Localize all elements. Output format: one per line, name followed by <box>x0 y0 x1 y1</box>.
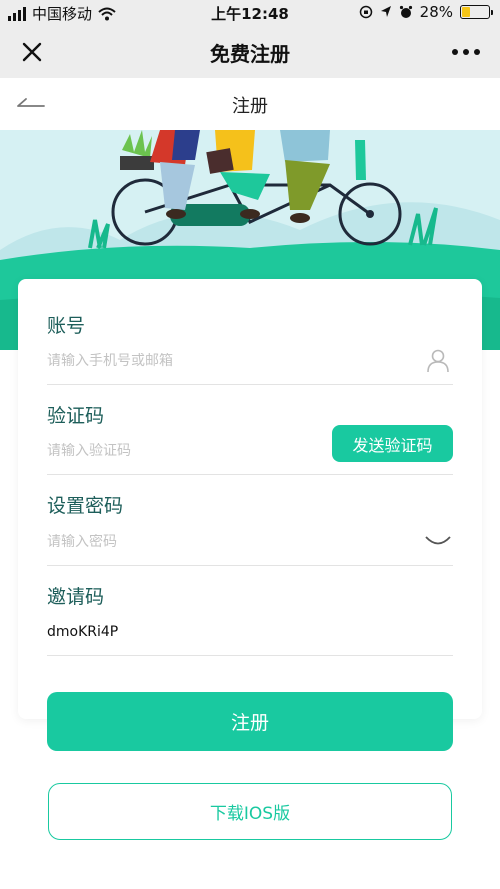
page-title: 注册 <box>232 96 268 117</box>
more-icon[interactable] <box>450 40 482 64</box>
page-header: 注册 <box>0 78 500 130</box>
orientation-lock-icon <box>359 5 372 19</box>
password-row <box>47 526 453 566</box>
code-field: 验证码 发送验证码 <box>47 401 453 475</box>
location-icon <box>380 6 391 17</box>
user-icon <box>427 349 449 373</box>
navbar-title: 免费注册 <box>210 42 290 66</box>
password-field: 设置密码 <box>47 491 453 566</box>
status-bar: 中国移动 上午12:48 28% <box>0 0 500 26</box>
battery-icon <box>460 5 493 19</box>
code-input[interactable] <box>47 443 317 459</box>
eye-closed-icon[interactable] <box>425 528 451 554</box>
code-row: 发送验证码 <box>47 425 453 475</box>
invite-field: 邀请码 <box>47 582 453 656</box>
invite-label: 邀请码 <box>47 586 105 608</box>
alarm-icon <box>399 5 412 18</box>
account-row <box>47 345 453 385</box>
invite-row <box>47 616 453 656</box>
download-ios-button[interactable]: 下载IOS版 <box>48 783 452 840</box>
password-input[interactable] <box>47 534 317 550</box>
code-label: 验证码 <box>47 405 105 427</box>
battery-percent: 28% <box>419 3 453 21</box>
invite-input[interactable] <box>47 624 317 640</box>
account-input[interactable] <box>47 353 317 369</box>
account-field: 账号 <box>47 311 453 385</box>
account-label: 账号 <box>47 315 86 337</box>
register-form-card: 账号 验证码 发送验证码 设置密码 <box>18 279 482 719</box>
status-right: 28% <box>359 3 493 21</box>
register-screen: 中国移动 上午12:48 28% 免费注册 注册 账号 请输入手机号或邮箱 验证… <box>0 0 500 889</box>
password-label: 设置密码 <box>47 495 124 517</box>
send-code-button[interactable]: 发送验证码 <box>332 425 453 462</box>
register-button[interactable]: 注册 <box>47 692 453 751</box>
navbar: 免费注册 <box>0 26 500 78</box>
